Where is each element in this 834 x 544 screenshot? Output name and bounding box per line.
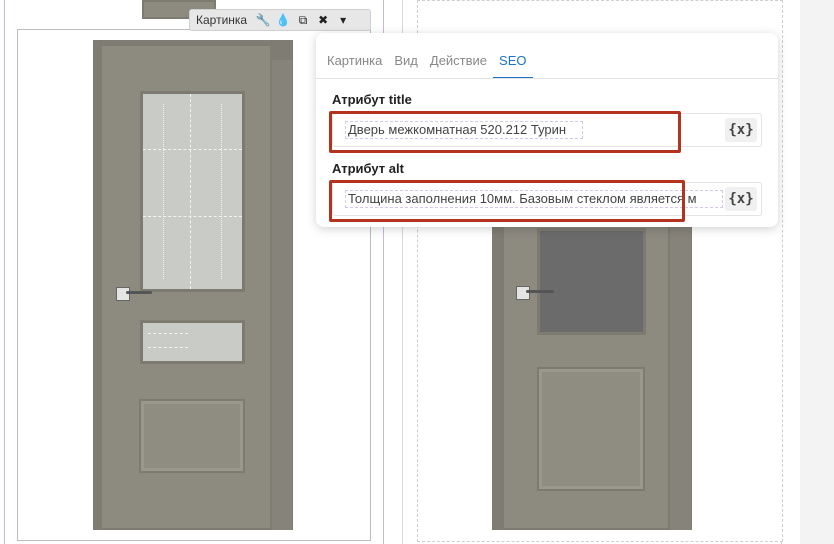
drop-icon[interactable]: 💧 [273,10,293,30]
seo-settings-panel: Картинка Вид Действие SEO Атрибут title … [316,33,778,227]
door-handle-rose-right [516,286,530,300]
alt-attribute-input[interactable]: Толщина заполнения 10мм. Базовым стеклом… [345,190,723,208]
title-variable-button[interactable]: {x} [725,118,757,142]
panel-tabs: Картинка Вид Действие SEO [316,47,533,79]
alt-attribute-label: Атрибут alt [332,161,404,176]
alt-variable-button[interactable]: {x} [725,187,757,211]
tab-image[interactable]: Картинка [316,47,388,79]
tab-view[interactable]: Вид [388,47,424,79]
alt-attribute-field: Толщина заполнения 10мм. Базовым стеклом… [332,182,762,216]
tabs-divider [316,78,778,79]
door-handle [126,291,152,294]
page-scroll-area [800,0,834,544]
door-glass-middle [140,320,245,364]
door-panel-right [537,367,645,491]
title-attribute-input[interactable]: Дверь межкомнатная 520.212 Турин [345,121,583,139]
door-side-strip-right [670,215,691,530]
door-handle-right [526,290,554,293]
copy-icon[interactable]: ⧉ [293,10,313,30]
tab-seo[interactable]: SEO [493,47,533,79]
door-glass-right [537,228,646,335]
caret-down-icon[interactable]: ▾ [333,10,353,30]
door-glass-top [140,91,245,292]
image-toolbar: Картинка 🔧 💧 ⧉ ✖ ▾ [189,9,371,31]
door-panel-bottom [139,399,245,473]
door-side-strip [272,60,292,530]
column-guide-left [4,0,5,544]
title-attribute-label: Атрибут title [332,92,412,107]
toolbar-label: Картинка [196,13,248,27]
close-icon[interactable]: ✖ [313,10,333,30]
title-attribute-field: Дверь межкомнатная 520.212 Турин {x} [332,113,762,147]
tab-action[interactable]: Действие [424,47,493,79]
door-handle-rose [116,287,130,301]
wrench-icon[interactable]: 🔧 [253,10,273,30]
